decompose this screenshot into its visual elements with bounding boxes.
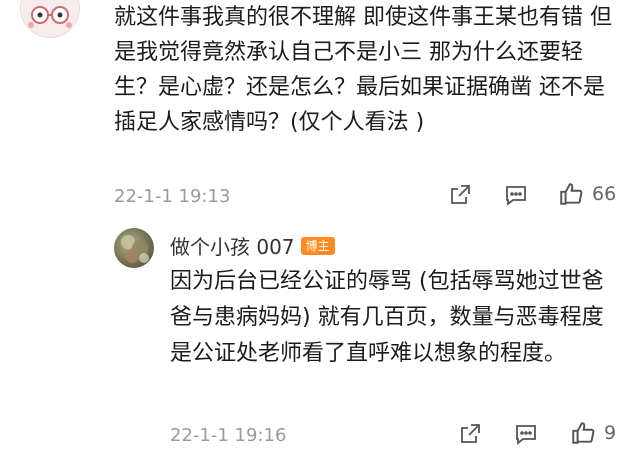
reply-text: 因为后台已经公证的辱骂 (包括辱骂她过世爸爸与患病妈妈) 就有几百页，数量与恶毒… <box>170 269 604 366</box>
reply-author-name[interactable]: 做个小孩 007 <box>170 231 295 260</box>
comment-meta: 22-1-1 19:13 <box>114 181 230 211</box>
like-icon <box>572 422 595 444</box>
reply-meta: 22-1-1 19:16 <box>170 420 286 450</box>
commenter-avatar[interactable] <box>20 0 80 38</box>
reply-header: 做个小孩 007 博主 <box>170 231 335 260</box>
reply-like-button[interactable]: 9 <box>570 420 616 446</box>
like-button[interactable]: 66 <box>558 181 616 207</box>
reply-like-count: 9 <box>604 422 617 444</box>
reply-share-icon[interactable] <box>458 422 482 446</box>
reply-time: 22-1-1 19:16 <box>170 424 287 446</box>
comment-time: 22-1-1 19:13 <box>114 185 231 207</box>
reply-author-avatar[interactable] <box>114 228 154 268</box>
comment-icon[interactable] <box>504 183 528 207</box>
like-count: 66 <box>592 183 617 205</box>
comment-text: 就这件事我真的很不理解 即使这件事王某也有错 但是我觉得竟然承认自己不是小三 那… <box>114 5 612 135</box>
share-icon[interactable] <box>448 183 472 207</box>
reply-comment-icon[interactable] <box>514 422 538 446</box>
like-icon <box>560 183 583 205</box>
author-badge: 博主 <box>300 236 335 255</box>
